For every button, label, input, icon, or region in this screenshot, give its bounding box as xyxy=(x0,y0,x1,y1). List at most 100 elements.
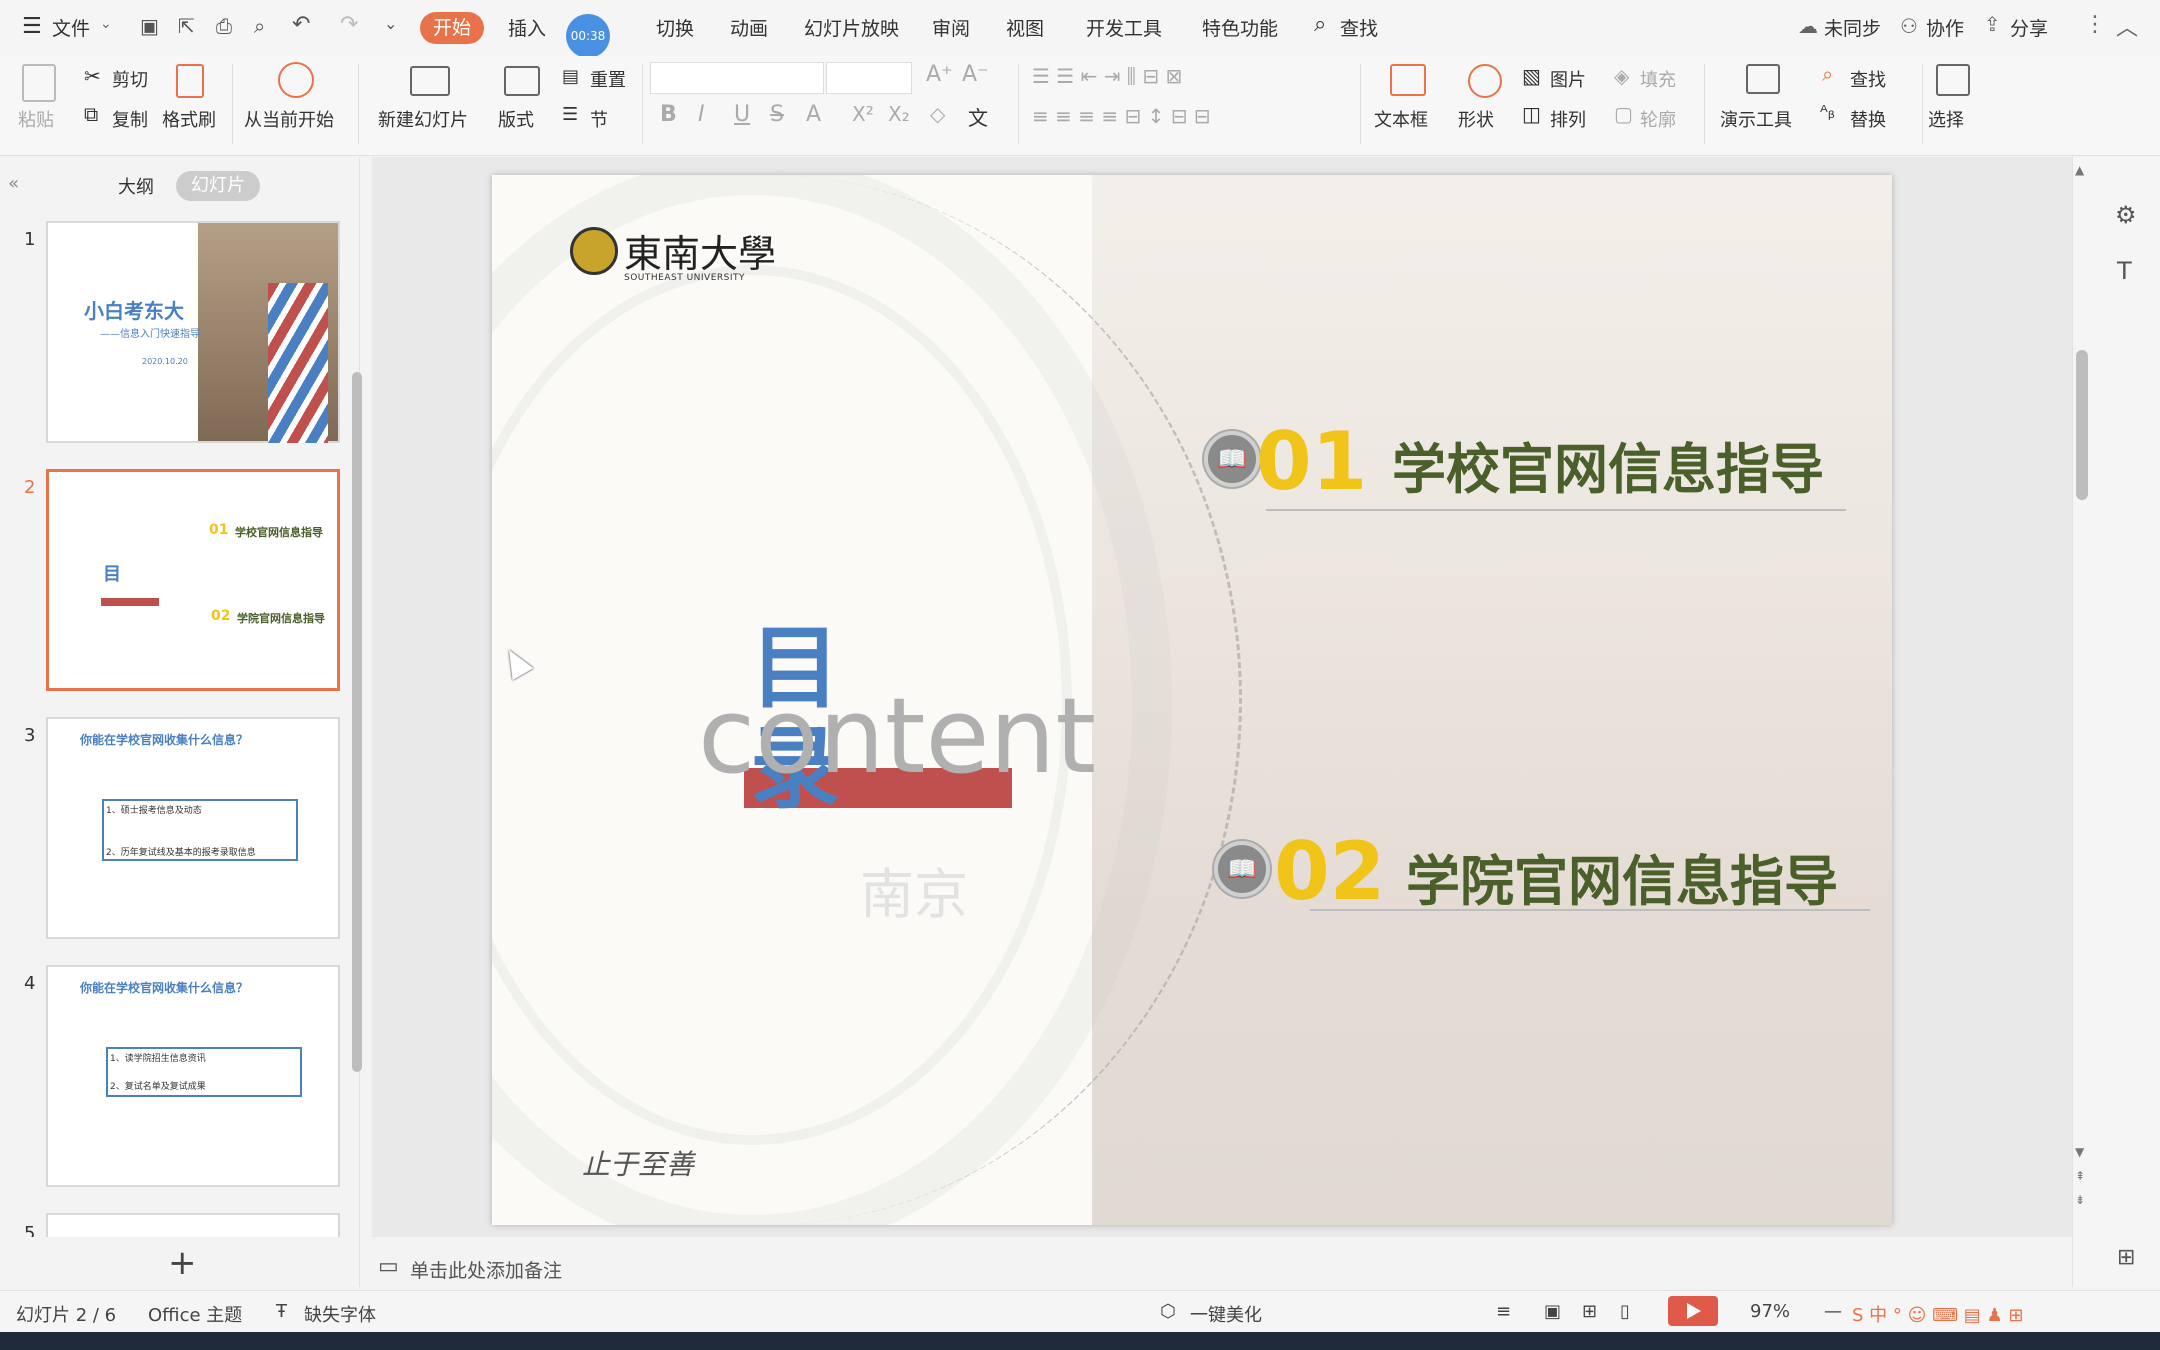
input-method-bar[interactable]: S 中 ° ☺ ⌨ ▤ ♟ ⊞ xyxy=(1852,1301,2023,1327)
section-button[interactable]: 节 xyxy=(590,106,608,132)
redo-icon[interactable]: ↷ xyxy=(340,12,358,37)
file-menu[interactable]: 文件 xyxy=(52,14,90,41)
beautify-button[interactable]: 一键美化 xyxy=(1190,1301,1262,1327)
slide-thumbnail-2[interactable]: 目 01 学校官网信息指导 02 学院官网信息指导 xyxy=(46,469,340,691)
zoom-out-icon[interactable]: — xyxy=(1824,1301,1842,1322)
font-size-select[interactable] xyxy=(826,62,912,94)
bullet-list-icon[interactable]: ☰ ☰ ⇤ ⇥ ⫼ ⊟ ⊠ xyxy=(1032,64,1182,88)
picture-button[interactable]: 图片 xyxy=(1550,66,1586,92)
tab-view[interactable]: 视图 xyxy=(1006,14,1044,41)
share-icon[interactable]: ⇪ xyxy=(1984,12,2001,36)
zoom-level[interactable]: 97% xyxy=(1750,1301,1790,1322)
tab-transition[interactable]: 切换 xyxy=(656,14,694,41)
print-icon[interactable]: ⎙ xyxy=(216,14,232,38)
more-icon[interactable]: ⋮ xyxy=(2084,12,2106,37)
tab-animation[interactable]: 动画 xyxy=(730,14,768,41)
grid-icon[interactable]: ⊞ xyxy=(2117,1245,2135,1270)
font-color-icon[interactable]: A xyxy=(806,102,821,127)
search-button[interactable]: 查找 xyxy=(1340,14,1378,41)
slide-2[interactable]: 東南大學 SOUTHEAST UNIVERSITY 目 录 content 南京… xyxy=(492,175,1892,1225)
new-slide-button[interactable]: 新建幻灯片 xyxy=(378,106,468,132)
superscript-icon[interactable]: X² xyxy=(852,102,874,126)
format-painter-button[interactable]: 格式刷 xyxy=(162,106,216,132)
italic-icon[interactable]: I xyxy=(698,102,705,127)
theme-name[interactable]: Office 主题 xyxy=(148,1301,242,1327)
scroll-down-icon[interactable]: ▼ xyxy=(2075,1145,2084,1159)
bold-icon[interactable]: B xyxy=(660,102,677,127)
add-slide-button[interactable]: + xyxy=(168,1243,197,1283)
from-current-button[interactable]: 从当前开始 xyxy=(244,106,334,132)
item-title-2[interactable]: 学院官网信息指导 xyxy=(1406,837,1838,916)
print-preview-icon[interactable]: ⌕ xyxy=(254,14,265,38)
customize-icon[interactable]: ⌄ xyxy=(384,14,397,33)
item-number-2[interactable]: 02 xyxy=(1274,825,1385,918)
tab-home[interactable]: 开始 xyxy=(420,12,484,44)
tab-special[interactable]: 特色功能 xyxy=(1202,14,1278,41)
play-slideshow-button[interactable] xyxy=(1668,1296,1718,1326)
align-icons[interactable]: ≡ ≡ ≡ ≡ ⊟ ↕ ⊟ ⊟ xyxy=(1032,104,1211,128)
font-grow-icon[interactable]: A⁺ xyxy=(926,62,953,87)
beautify-icon[interactable]: ⬡ xyxy=(1160,1301,1176,1322)
missing-font-icon[interactable]: Ŧ xyxy=(276,1301,287,1322)
tab-slideshow[interactable]: 幻灯片放映 xyxy=(804,14,899,41)
sorter-view-icon[interactable]: ⊞ xyxy=(1582,1301,1597,1322)
textbox-button[interactable]: 文本框 xyxy=(1374,106,1428,132)
collapse-ribbon-icon[interactable]: ︿ xyxy=(2116,10,2138,42)
slide-thumbnail-1[interactable]: 小白考东大 ——信息入门快速指导 2020.10.20 xyxy=(46,221,340,443)
cloud-icon[interactable]: ☁ xyxy=(1798,14,1818,38)
strikethrough-icon[interactable]: S xyxy=(770,102,784,127)
text-style-icon[interactable]: T xyxy=(2117,257,2132,285)
font-family-select[interactable] xyxy=(650,62,824,94)
copy-button[interactable]: 复制 xyxy=(112,106,148,132)
present-tools-button[interactable]: 演示工具 xyxy=(1720,106,1792,132)
item-title-1[interactable]: 学校官网信息指导 xyxy=(1392,425,1824,504)
outline-button[interactable]: 轮廓 xyxy=(1640,106,1676,132)
shape-button[interactable]: 形状 xyxy=(1458,106,1494,132)
tab-developer[interactable]: 开发工具 xyxy=(1086,14,1162,41)
fill-button[interactable]: 填充 xyxy=(1640,66,1676,92)
font-shrink-icon[interactable]: A⁻ xyxy=(962,62,989,87)
arrange-button[interactable]: 排列 xyxy=(1550,106,1586,132)
find-button[interactable]: 查找 xyxy=(1850,66,1886,92)
replace-button[interactable]: 替换 xyxy=(1850,106,1886,132)
text-transform-icon[interactable]: 文 xyxy=(968,102,988,131)
chevron-down-icon[interactable]: ⌄ xyxy=(100,16,112,32)
notes-placeholder[interactable]: 单击此处添加备注 xyxy=(410,1256,562,1283)
item-number-1[interactable]: 01 xyxy=(1256,415,1367,508)
user-icon[interactable]: ⚇ xyxy=(1900,14,1918,38)
prev-slide-icon[interactable]: ⇞ xyxy=(2075,1169,2085,1183)
collab-button[interactable]: 协作 xyxy=(1926,14,1964,41)
reading-view-icon[interactable]: ▯ xyxy=(1620,1301,1630,1322)
undo-icon[interactable]: ↶ xyxy=(292,12,310,37)
notes-toggle-icon[interactable]: ≡ xyxy=(1496,1301,1511,1322)
save-icon[interactable]: ▣ xyxy=(140,14,159,38)
reset-button[interactable]: 重置 xyxy=(590,66,626,92)
eraser-icon[interactable]: ◇ xyxy=(930,102,945,126)
export-icon[interactable]: ⇱ xyxy=(178,14,195,38)
sync-status[interactable]: 未同步 xyxy=(1824,14,1881,41)
canvas-scrollbar[interactable] xyxy=(2076,350,2088,500)
slide-thumbnail-3[interactable]: 你能在学校官网收集什么信息？ 1、硕士报考信息及动态 2、历年复试线及基本的报考… xyxy=(46,717,340,939)
thumbnail-scrollbar[interactable] xyxy=(352,372,362,1072)
layout-button[interactable]: 版式 xyxy=(498,106,534,132)
tab-review[interactable]: 审阅 xyxy=(932,14,970,41)
slide-thumbnail-4[interactable]: 你能在学校官网收集什么信息？ 1、读学院招生信息资讯 2、复试名单及复试成果 xyxy=(46,965,340,1187)
normal-view-icon[interactable]: ▣ xyxy=(1544,1301,1561,1322)
scroll-up-icon[interactable]: ▲ xyxy=(2075,163,2084,177)
hamburger-icon[interactable]: ☰ xyxy=(22,14,42,39)
missing-font-button[interactable]: 缺失字体 xyxy=(304,1301,376,1327)
collapse-panel-icon[interactable]: « xyxy=(8,173,19,194)
motto-text[interactable]: 止于至善 xyxy=(582,1143,694,1183)
paste-icon[interactable] xyxy=(22,64,56,102)
cut-button[interactable]: 剪切 xyxy=(112,66,148,92)
content-word[interactable]: content xyxy=(698,675,1096,797)
tab-outline[interactable]: 大纲 xyxy=(118,173,154,199)
paste-button[interactable]: 粘贴 xyxy=(18,106,54,132)
properties-icon[interactable]: ⚙ xyxy=(2115,201,2137,229)
tab-slides[interactable]: 幻灯片 xyxy=(176,171,260,201)
next-slide-icon[interactable]: ⇟ xyxy=(2075,1193,2085,1207)
subscript-icon[interactable]: X₂ xyxy=(888,102,910,126)
underline-icon[interactable]: U xyxy=(734,102,750,127)
share-button[interactable]: 分享 xyxy=(2010,14,2048,41)
select-button[interactable]: 选择 xyxy=(1928,106,1964,132)
